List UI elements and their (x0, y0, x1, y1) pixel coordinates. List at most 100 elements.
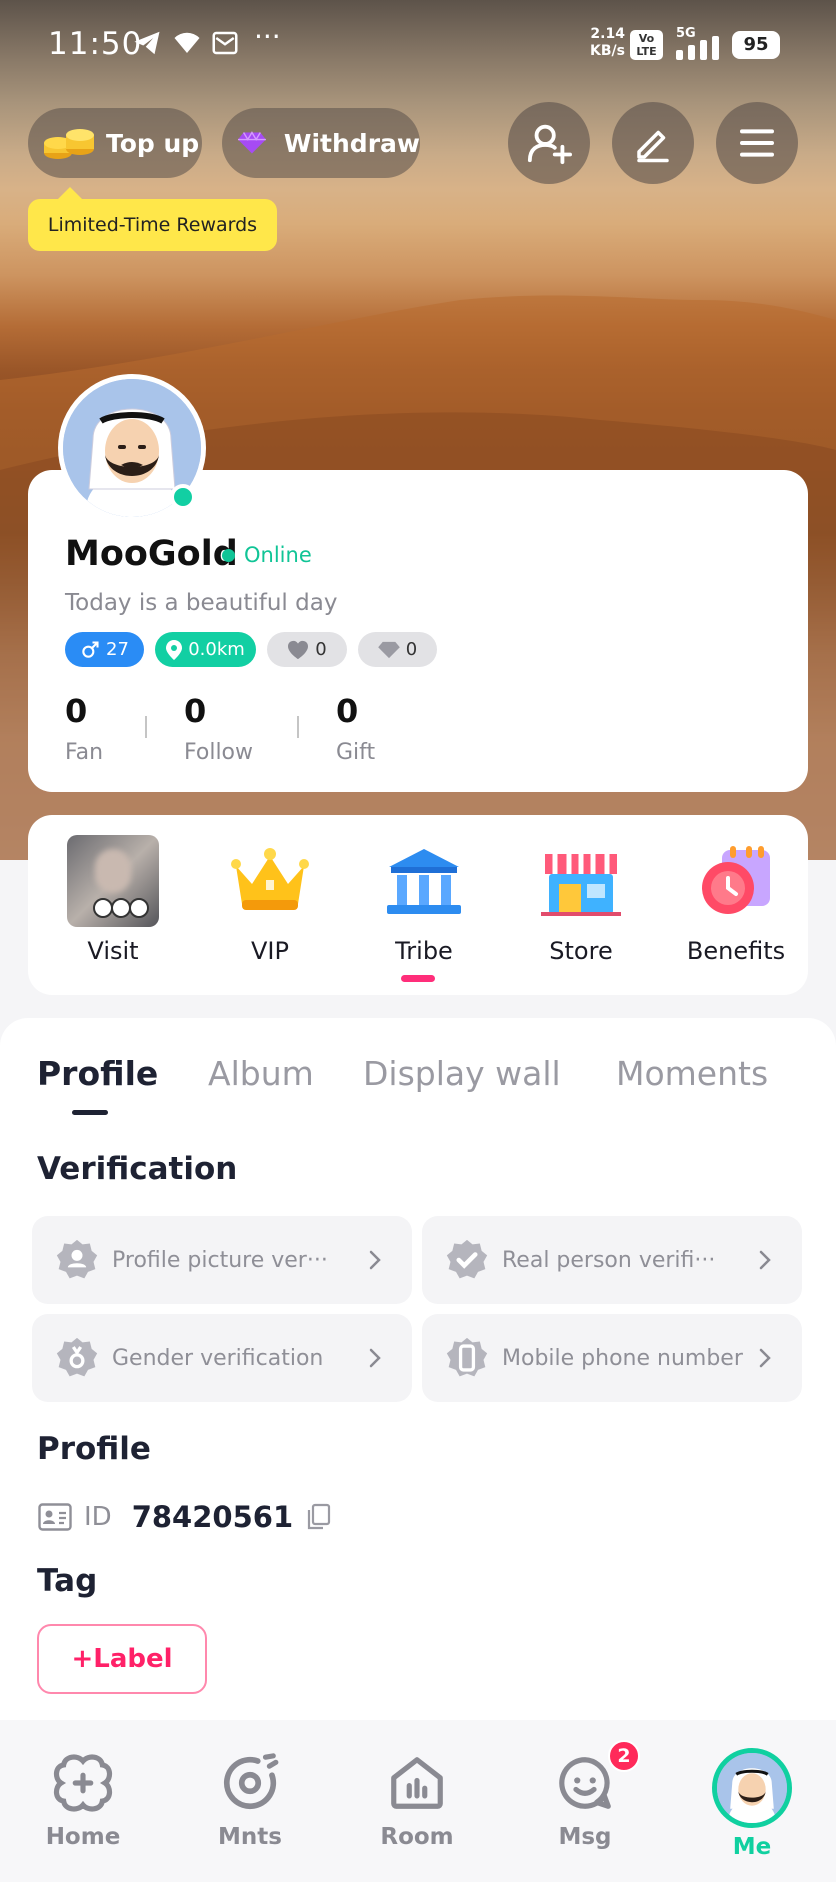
volte-bottom: LTE (636, 45, 657, 58)
tab-moments[interactable]: Moments (616, 1054, 768, 1093)
likes-chip: 0 (267, 632, 347, 667)
user-id-row: ID 78420561 (38, 1496, 331, 1538)
volte-top: Vo (638, 32, 655, 45)
nav-label: Msg (558, 1824, 612, 1850)
wifi-icon (174, 32, 200, 53)
volte-badge: Vo LTE (630, 30, 663, 60)
follow-label[interactable]: Follow (184, 740, 253, 765)
age-value: 27 (106, 639, 129, 660)
nav-label: Room (380, 1824, 454, 1850)
verification-label: Gender verification (112, 1345, 324, 1371)
tab-profile[interactable]: Profile (37, 1054, 158, 1093)
copy-icon[interactable] (305, 1503, 331, 1531)
chevron-right-icon (369, 1348, 381, 1368)
nav-home[interactable]: Home (23, 1748, 143, 1850)
stat-divider (297, 716, 299, 738)
nav-label: Mnts (218, 1824, 282, 1850)
diamonds-chip: 0 (358, 632, 437, 667)
follow-count[interactable]: 0 (184, 692, 206, 730)
visitor-photo-icon (67, 835, 159, 927)
id-label: ID (84, 1502, 112, 1532)
hamburger-menu-icon (740, 129, 774, 157)
nav-moments[interactable]: Mnts (190, 1748, 310, 1850)
gift-label[interactable]: Gift (336, 740, 375, 765)
quick-item-vip[interactable]: VIP (205, 835, 335, 965)
status-bar: 11:50 ··· 2.14 KB/s Vo LTE 5G 95 (0, 0, 836, 92)
gray-diamond-icon (377, 641, 400, 658)
moments-target-icon (223, 1753, 279, 1810)
badge-check-icon (446, 1239, 488, 1279)
mobile-phone-verification[interactable]: Mobile phone number (422, 1314, 802, 1402)
quick-menu-active-indicator (401, 975, 435, 982)
male-icon (82, 640, 99, 658)
online-indicator (170, 484, 196, 510)
diamonds-value: 0 (405, 639, 418, 660)
nav-me[interactable]: Me (692, 1748, 812, 1860)
profile-motto: Today is a beautiful day (65, 590, 338, 616)
diamond-icon (238, 131, 266, 154)
nav-label: Me (732, 1834, 772, 1860)
mail-icon (212, 31, 238, 55)
quick-item-benefits[interactable]: Benefits (671, 835, 801, 965)
nav-room[interactable]: Room (357, 1748, 477, 1850)
nav-label: Home (45, 1824, 121, 1850)
withdraw-label: Withdraw (283, 128, 420, 158)
tooltip-text: Limited-Time Rewards (47, 214, 258, 236)
username: MooGold (65, 534, 238, 574)
badge-person-icon (56, 1239, 98, 1279)
verification-label: Real person verifi··· (502, 1247, 716, 1273)
network-speed: 2.14 KB/s (590, 26, 625, 60)
quick-item-tribe[interactable]: Tribe (359, 835, 489, 965)
gender-verification[interactable]: Gender verification (32, 1314, 412, 1402)
fan-count[interactable]: 0 (65, 692, 87, 730)
tab-album[interactable]: Album (208, 1054, 314, 1093)
battery-indicator: 95 (732, 31, 780, 59)
menu-button[interactable] (716, 102, 798, 184)
quick-item-label: Benefits (686, 937, 786, 965)
quick-item-label: Store (549, 937, 613, 965)
gift-count[interactable]: 0 (336, 692, 358, 730)
heart-icon (288, 640, 309, 659)
id-value: 78420561 (131, 1500, 294, 1534)
online-status: Online (222, 543, 312, 567)
add-user-icon (527, 124, 572, 165)
message-count-badge: 2 (608, 1740, 640, 1772)
quick-item-store[interactable]: Store (516, 835, 646, 965)
gold-coins-icon (44, 129, 94, 159)
tribe-building-icon (387, 849, 461, 914)
edit-profile-button[interactable] (612, 102, 694, 184)
status-time: 11:50 (48, 26, 143, 62)
quick-item-visit[interactable]: Visit (48, 835, 178, 965)
benefits-clock-icon (702, 846, 770, 914)
real-person-verification[interactable]: Real person verifi··· (422, 1216, 802, 1304)
add-friend-button[interactable] (508, 102, 590, 184)
likes-value: 0 (315, 639, 327, 660)
verification-title: Verification (37, 1151, 238, 1187)
quick-item-label: VIP (251, 937, 289, 965)
limited-time-rewards-tooltip[interactable]: Limited-Time Rewards (28, 187, 277, 251)
quick-item-label: Tribe (395, 937, 453, 965)
me-avatar (712, 1748, 792, 1828)
add-label-button[interactable]: +Label (37, 1624, 207, 1694)
online-status-dot (222, 548, 235, 562)
signal-icon (676, 36, 719, 60)
speed-value: 2.14 (590, 26, 625, 42)
online-status-label: Online (244, 543, 312, 567)
home-clover-icon (53, 1754, 113, 1812)
top-up-label: Top up (106, 128, 200, 158)
top-up-button[interactable]: Top up (28, 108, 202, 178)
fan-label[interactable]: Fan (65, 740, 103, 765)
badge-gender-icon (56, 1337, 98, 1377)
gender-age-chip: 27 (65, 632, 144, 667)
verification-label: Mobile phone number (502, 1345, 743, 1371)
speed-unit: KB/s (590, 43, 625, 59)
profile-picture-verification[interactable]: Profile picture ver··· (32, 1216, 412, 1304)
distance-chip: 0.0km (155, 632, 256, 667)
tab-display-wall[interactable]: Display wall (363, 1054, 561, 1093)
id-card-icon (38, 1503, 72, 1531)
withdraw-button[interactable]: Withdraw (222, 108, 420, 178)
verification-label: Profile picture ver··· (112, 1247, 328, 1273)
room-house-icon (391, 1757, 443, 1809)
message-smile-icon (559, 1757, 611, 1809)
stat-divider (145, 716, 147, 738)
